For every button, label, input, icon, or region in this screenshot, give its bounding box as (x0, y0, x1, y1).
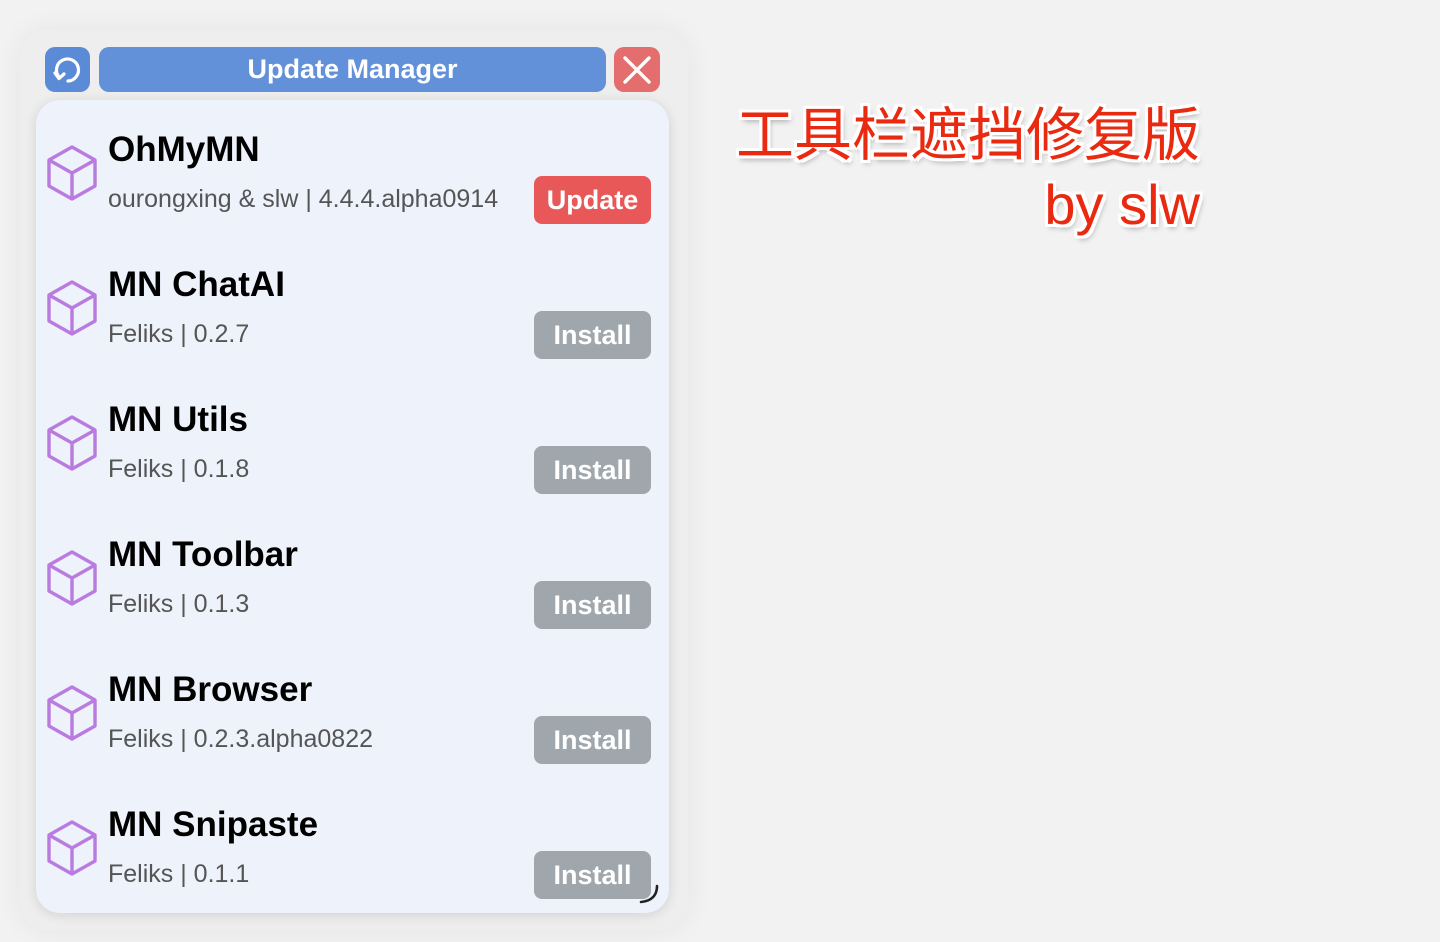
refresh-button[interactable] (45, 47, 90, 92)
annotation-author: by slw (1044, 173, 1200, 236)
addon-meta: Feliks | 0.2.7 (108, 320, 250, 348)
addon-item-mn-toolbar: MN Toolbar Feliks | 0.1.3 Install (36, 505, 669, 640)
cube-icon (47, 415, 97, 471)
cube-icon (47, 550, 97, 606)
cube-icon (47, 685, 97, 741)
install-button[interactable]: Install (534, 446, 651, 494)
addon-meta: Feliks | 0.2.3.alpha0822 (108, 725, 374, 753)
addon-item-mn-snipaste: MN Snipaste Feliks | 0.1.1 Install (36, 775, 669, 910)
cube-icon (47, 145, 97, 201)
addon-name: MN Snipaste (108, 805, 319, 844)
resize-handle-icon[interactable] (637, 882, 661, 906)
addon-name: MN Toolbar (108, 535, 298, 574)
addon-name: OhMyMN (108, 130, 260, 169)
install-button[interactable]: Install (534, 311, 651, 359)
addon-name: MN ChatAI (108, 265, 285, 304)
addon-meta: ourongxing & slw | 4.4.4.alpha0914 (108, 185, 499, 213)
addon-meta: Feliks | 0.1.8 (108, 455, 250, 483)
close-icon (623, 55, 651, 84)
addon-meta: Feliks | 0.1.1 (108, 860, 250, 888)
cube-icon (47, 280, 97, 336)
install-button[interactable]: Install (534, 716, 651, 764)
window-title[interactable]: Update Manager (99, 47, 606, 92)
close-button[interactable] (614, 47, 660, 92)
addon-item-mn-browser: MN Browser Feliks | 0.2.3.alpha0822 Inst… (36, 640, 669, 775)
addon-meta: Feliks | 0.1.3 (108, 590, 250, 618)
install-button[interactable]: Install (534, 581, 651, 629)
update-button[interactable]: Update (534, 176, 651, 224)
addon-item-ohmymn: OhMyMN ourongxing & slw | 4.4.4.alpha091… (36, 100, 669, 235)
annotation-overlay: 工具栏遮挡修复版 by slw (736, 100, 1200, 240)
addon-name: MN Utils (108, 400, 248, 439)
annotation-title: 工具栏遮挡修复版 (735, 101, 1200, 169)
addon-name: MN Browser (108, 670, 313, 709)
refresh-icon (52, 56, 80, 83)
cube-icon (47, 820, 97, 876)
addon-item-mn-utils: MN Utils Feliks | 0.1.8 Install (36, 370, 669, 505)
install-button[interactable]: Install (534, 851, 651, 899)
addon-list[interactable]: OhMyMN ourongxing & slw | 4.4.4.alpha091… (36, 100, 669, 913)
addon-item-mn-chatai: MN ChatAI Feliks | 0.2.7 Install (36, 235, 669, 370)
